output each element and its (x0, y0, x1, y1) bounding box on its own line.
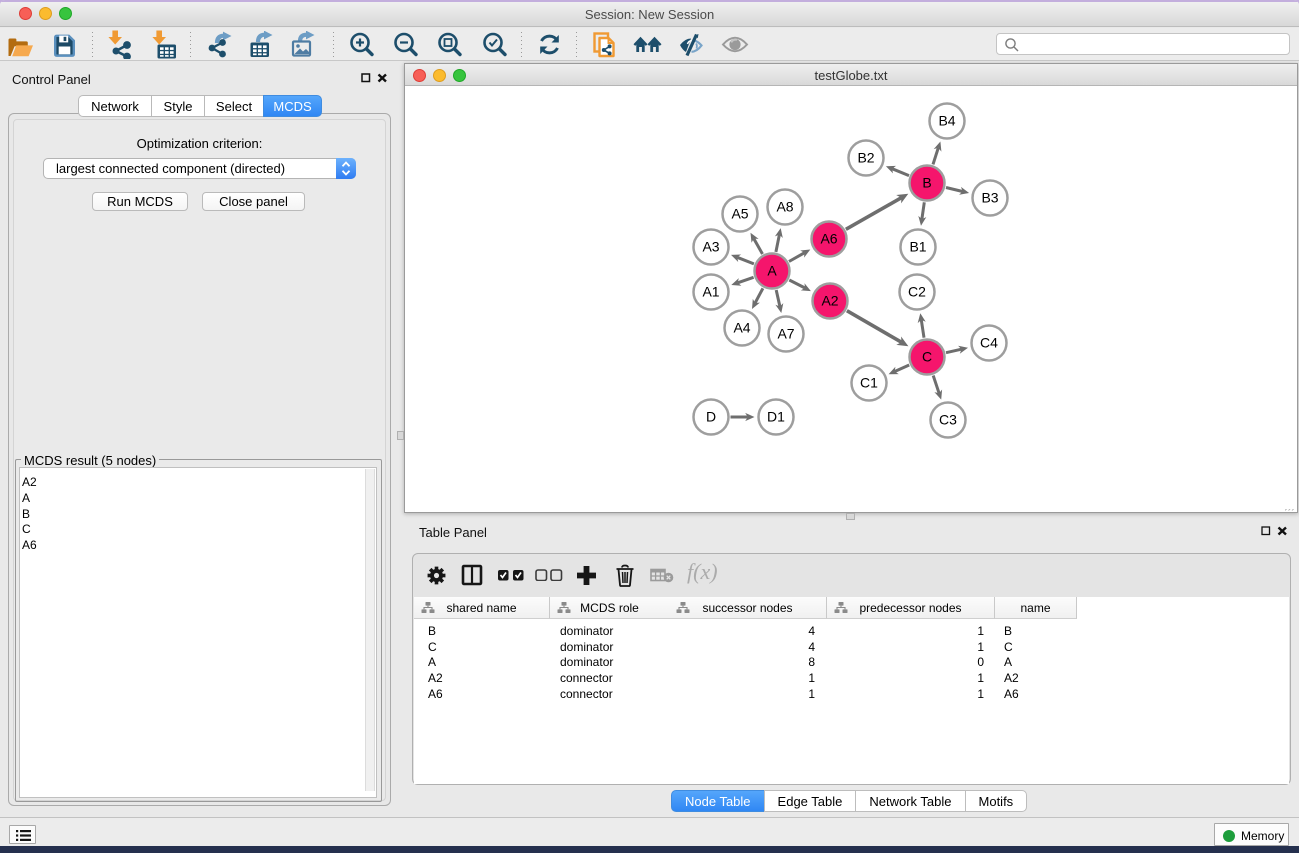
svg-text:A8: A8 (776, 199, 793, 215)
svg-text:A2: A2 (821, 293, 838, 309)
svg-text:D1: D1 (767, 409, 785, 425)
svg-text:A1: A1 (702, 284, 719, 300)
svg-text:A5: A5 (731, 206, 748, 222)
svg-text:A6: A6 (820, 231, 837, 247)
svg-text:B2: B2 (857, 150, 874, 166)
svg-text:A: A (767, 263, 777, 279)
svg-text:B: B (922, 175, 931, 191)
svg-text:A7: A7 (777, 326, 794, 342)
svg-text:C4: C4 (980, 335, 998, 351)
svg-text:B3: B3 (981, 190, 998, 206)
svg-text:A3: A3 (702, 239, 719, 255)
svg-text:B1: B1 (909, 239, 926, 255)
svg-text:C3: C3 (939, 412, 957, 428)
svg-text:A4: A4 (733, 320, 750, 336)
svg-text:C2: C2 (908, 284, 926, 300)
svg-text:D: D (706, 409, 716, 425)
svg-text:C1: C1 (860, 375, 878, 391)
svg-text:C: C (922, 349, 932, 365)
svg-text:B4: B4 (938, 113, 955, 129)
